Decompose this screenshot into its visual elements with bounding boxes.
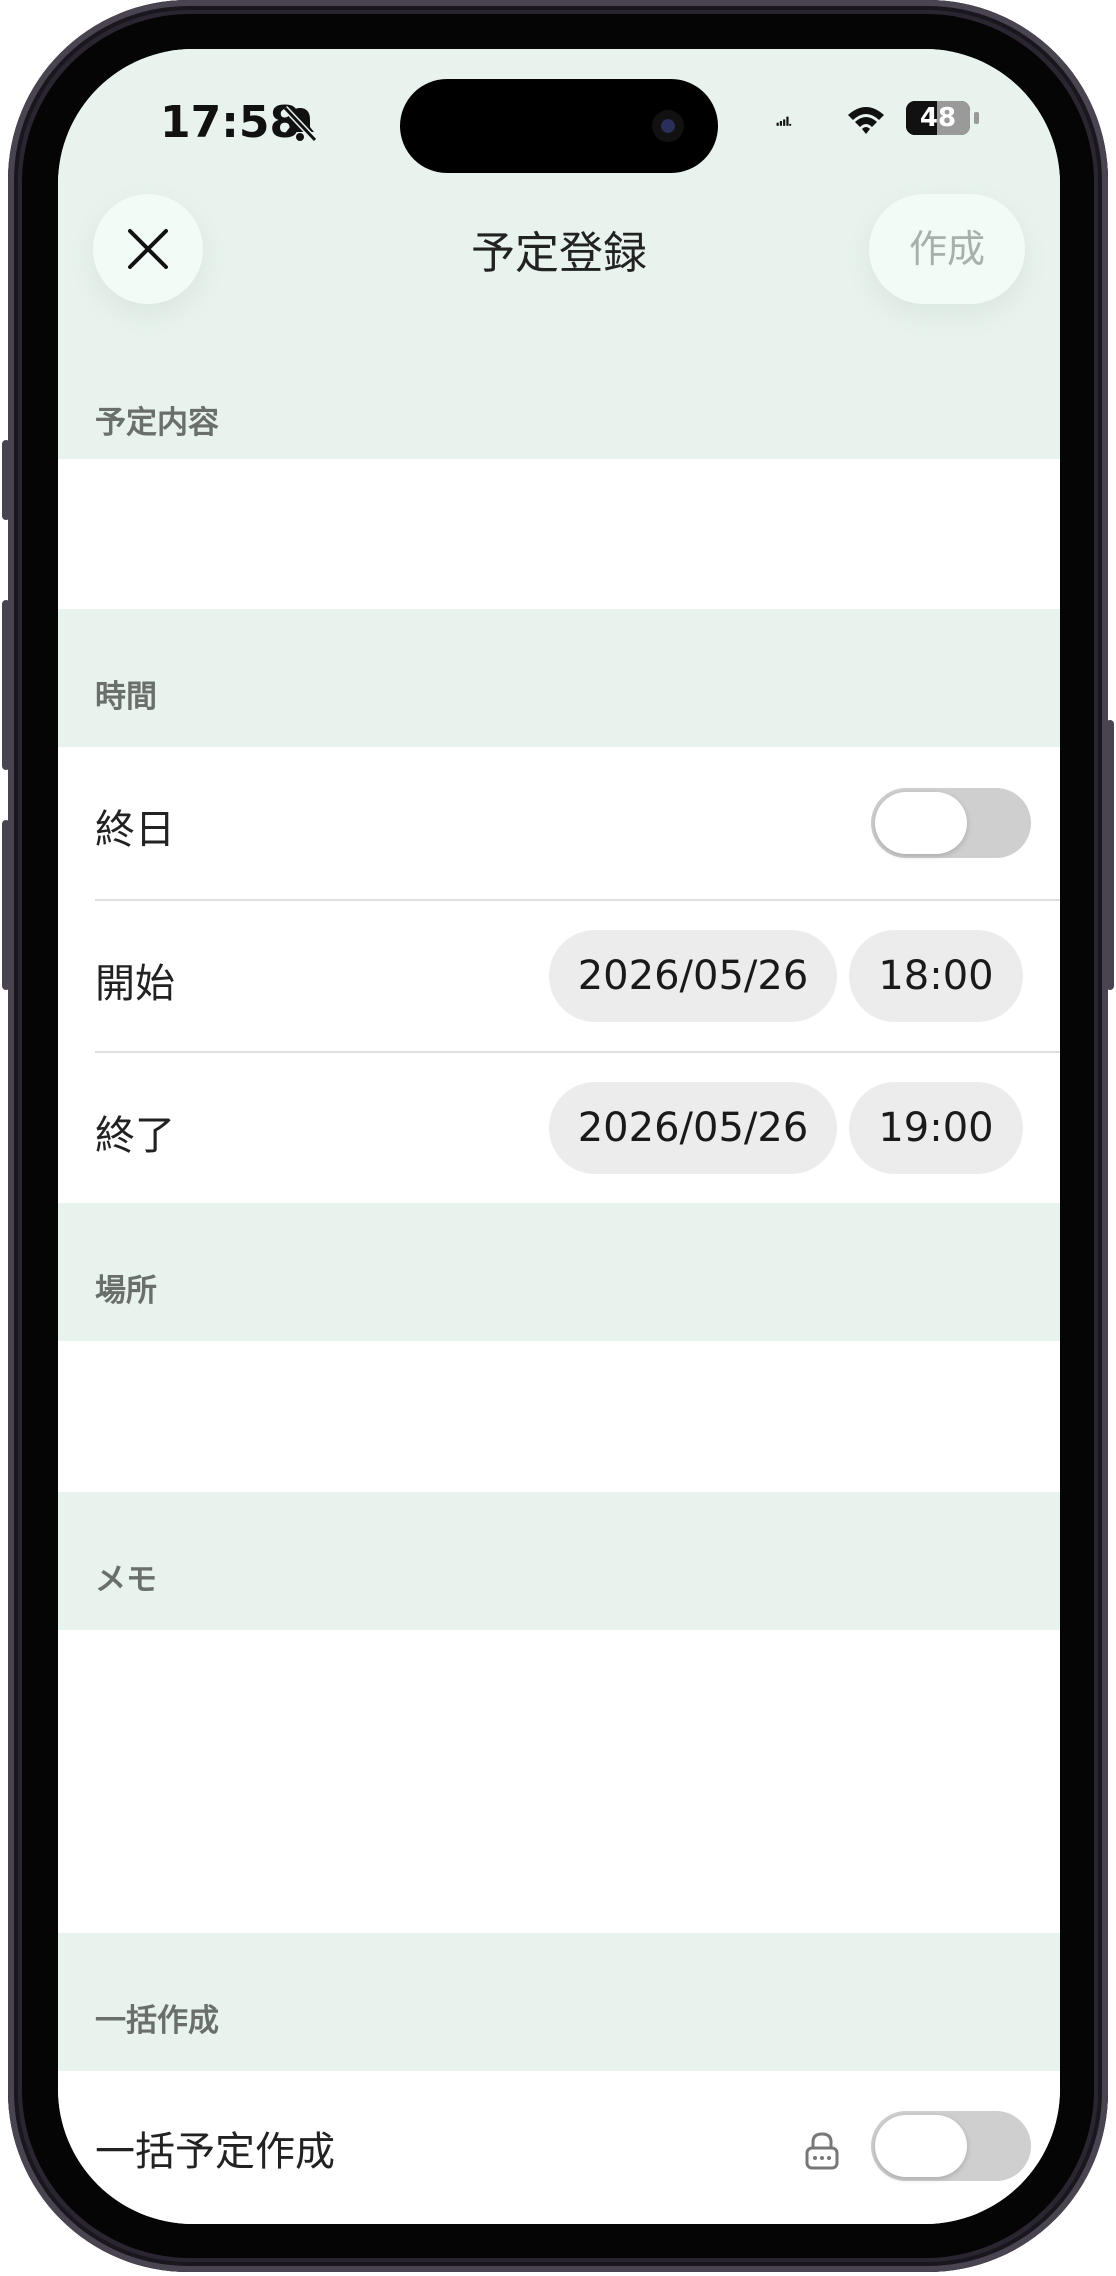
bulk-create-row: 一括予定作成	[58, 2071, 1060, 2224]
volume-up-button	[2, 600, 10, 770]
volume-down-button	[2, 820, 10, 990]
bulk-create-toggle[interactable]	[871, 2111, 1031, 2181]
section-header-bulk: 一括作成	[58, 1933, 1060, 2071]
power-button	[1106, 720, 1114, 990]
wifi-icon	[848, 107, 884, 134]
battery-percent: 48	[919, 103, 957, 133]
start-time-button[interactable]: 18:00	[849, 930, 1023, 1022]
lock-icon	[805, 2132, 839, 2170]
cellular-icon	[776, 116, 792, 126]
end-row: 終了 2026/05/26 19:00	[58, 1053, 1060, 1203]
action-button	[2, 440, 10, 520]
all-day-label: 終日	[95, 807, 175, 853]
bulk-create-label: 一括予定作成	[95, 2129, 335, 2175]
section-title-location: 場所	[95, 1273, 157, 1309]
end-label: 終了	[95, 1113, 175, 1159]
memo-input[interactable]	[58, 1630, 1060, 1933]
start-row: 開始 2026/05/26 18:00	[58, 901, 1060, 1051]
section-header-location: 場所	[58, 1203, 1060, 1341]
create-button[interactable]: 作成	[869, 194, 1025, 304]
content-input[interactable]	[58, 459, 1060, 609]
section-header-memo: メモ	[58, 1492, 1060, 1630]
dynamic-island	[400, 79, 718, 173]
end-date-button[interactable]: 2026/05/26	[549, 1082, 837, 1174]
section-header-time: 時間	[58, 609, 1060, 747]
section-title-time: 時間	[95, 679, 157, 715]
screen: 17:58 48 予定登録 作成 予定内容 時間 終日 開始 2026/05/2…	[58, 49, 1060, 2224]
end-time-button[interactable]: 19:00	[849, 1082, 1023, 1174]
toggle-knob	[875, 2115, 967, 2177]
section-title-memo: メモ	[95, 1562, 157, 1598]
battery-icon: 48	[906, 101, 970, 135]
camera-icon	[652, 110, 684, 142]
all-day-row: 終日	[58, 747, 1060, 899]
all-day-toggle[interactable]	[871, 788, 1031, 858]
section-title-bulk: 一括作成	[95, 2003, 219, 2039]
section-header-content: 予定内容	[58, 389, 1060, 459]
bell-muted-icon	[282, 105, 318, 143]
section-title-content: 予定内容	[95, 405, 219, 441]
start-date-button[interactable]: 2026/05/26	[549, 930, 837, 1022]
toggle-knob	[875, 792, 967, 854]
location-input[interactable]	[58, 1341, 1060, 1492]
start-label: 開始	[95, 961, 175, 1007]
battery-tip	[974, 112, 979, 124]
